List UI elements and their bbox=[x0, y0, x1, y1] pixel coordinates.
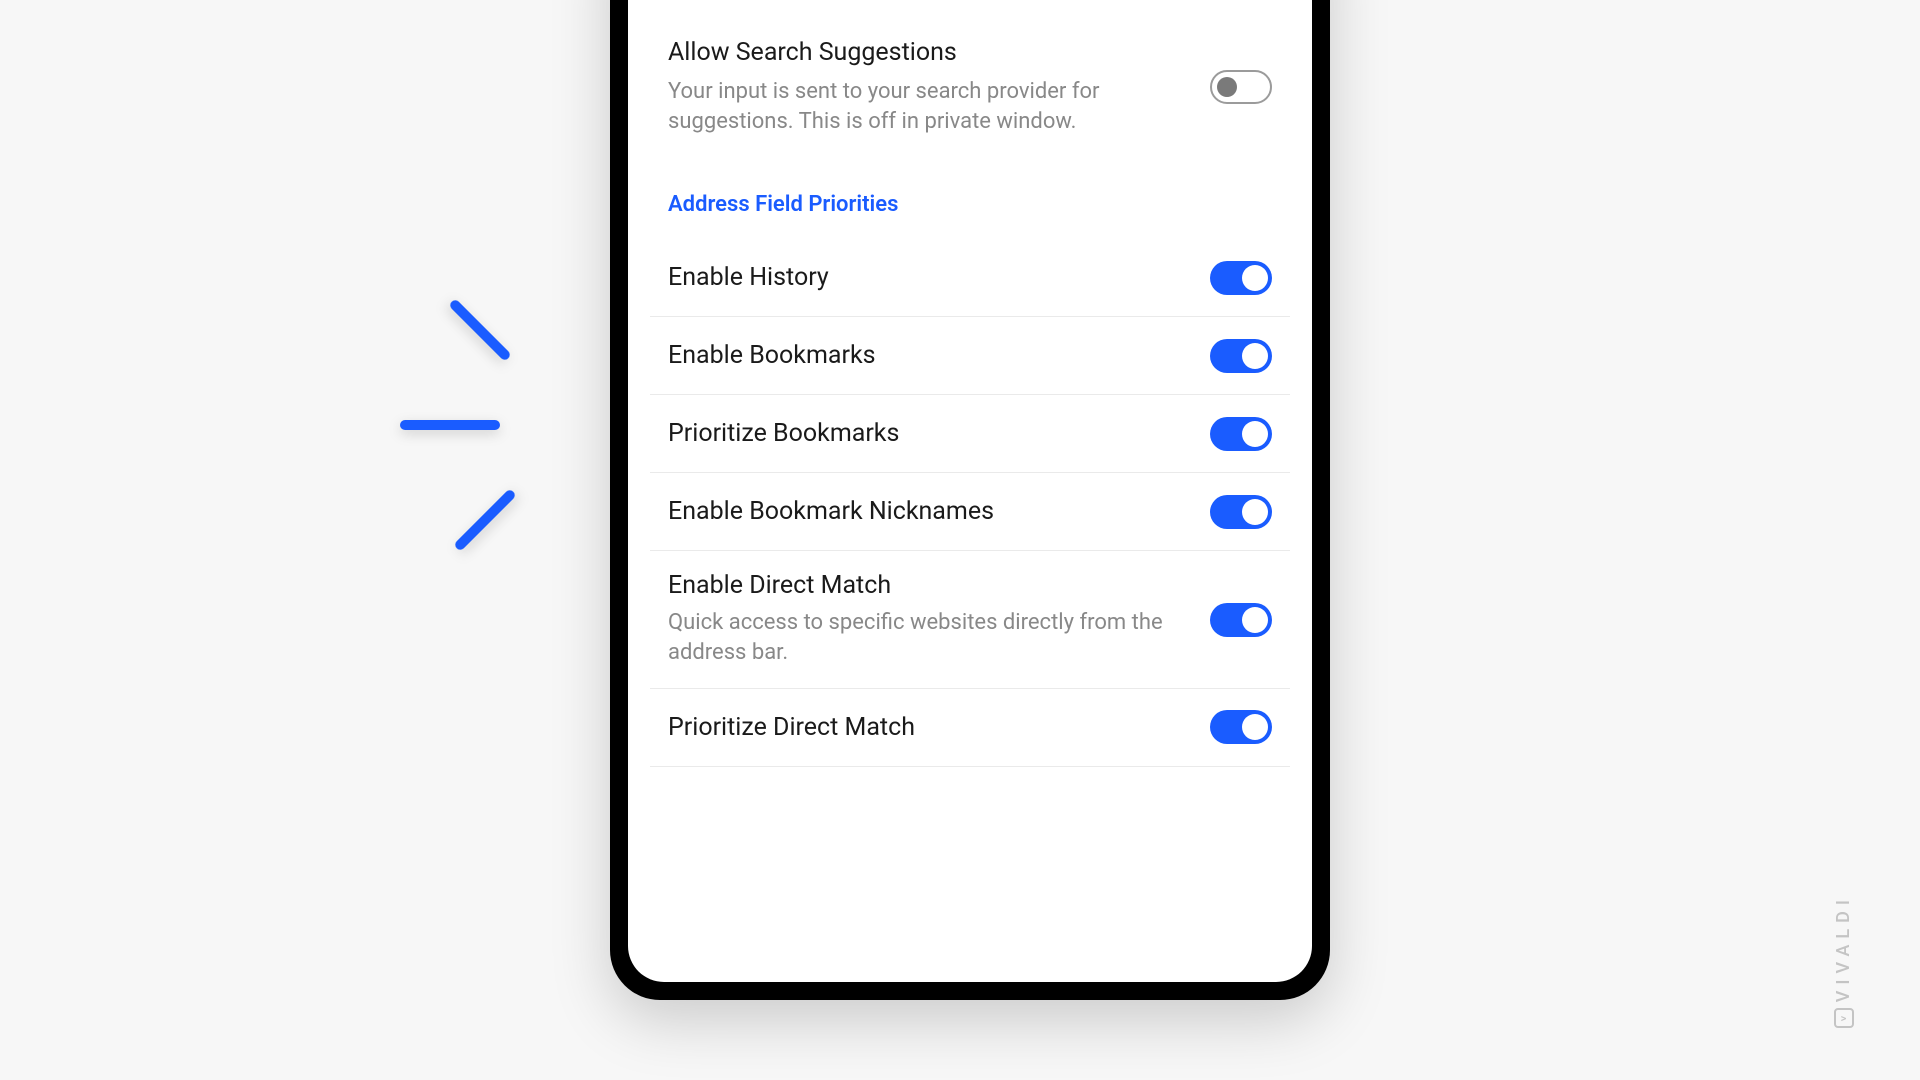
setting-row-enable-history[interactable]: Enable History bbox=[650, 239, 1290, 317]
toggle-enable-bookmarks[interactable] bbox=[1210, 339, 1272, 373]
decorative-line bbox=[400, 420, 500, 430]
decorative-line bbox=[453, 488, 517, 552]
phone-mockup: Allow Search Suggestions Your input is s… bbox=[610, 0, 1330, 1000]
setting-row-enable-bookmarks[interactable]: Enable Bookmarks bbox=[650, 317, 1290, 395]
setting-title: Enable Bookmarks bbox=[668, 341, 1190, 370]
setting-row-prioritize-direct-match[interactable]: Prioritize Direct Match bbox=[650, 689, 1290, 767]
toggle-knob bbox=[1217, 77, 1237, 97]
setting-title: Enable Bookmark Nicknames bbox=[668, 497, 1190, 526]
toggle-search-suggestions[interactable] bbox=[1210, 70, 1272, 104]
settings-list: Enable History Enable Bookmarks Prioriti… bbox=[650, 239, 1290, 766]
setting-title: Enable Direct Match bbox=[668, 571, 1190, 600]
toggle-enable-bookmark-nicknames[interactable] bbox=[1210, 495, 1272, 529]
setting-row-prioritize-bookmarks[interactable]: Prioritize Bookmarks bbox=[650, 395, 1290, 473]
setting-title: Prioritize Direct Match bbox=[668, 713, 1190, 742]
toggle-knob bbox=[1242, 499, 1268, 525]
setting-row-enable-direct-match[interactable]: Enable Direct Match Quick access to spec… bbox=[650, 551, 1290, 688]
setting-row-search-suggestions[interactable]: Allow Search Suggestions Your input is s… bbox=[628, 18, 1312, 164]
toggle-knob bbox=[1242, 265, 1268, 291]
toggle-prioritize-direct-match[interactable] bbox=[1210, 710, 1272, 744]
vivaldi-watermark-text: VIVALDI bbox=[1833, 894, 1854, 1002]
setting-description: Quick access to specific websites direct… bbox=[668, 608, 1190, 667]
phone-screen: Allow Search Suggestions Your input is s… bbox=[628, 0, 1312, 982]
toggle-enable-history[interactable] bbox=[1210, 261, 1272, 295]
toggle-prioritize-bookmarks[interactable] bbox=[1210, 417, 1272, 451]
vivaldi-watermark: > VIVALDI bbox=[1833, 894, 1854, 1028]
toggle-knob bbox=[1242, 714, 1268, 740]
toggle-knob bbox=[1242, 343, 1268, 369]
toggle-enable-direct-match[interactable] bbox=[1210, 603, 1272, 637]
setting-description: Your input is sent to your search provid… bbox=[668, 77, 1190, 136]
settings-content: Allow Search Suggestions Your input is s… bbox=[628, 0, 1312, 767]
setting-title: Prioritize Bookmarks bbox=[668, 419, 1190, 448]
toggle-knob bbox=[1242, 421, 1268, 447]
decorative-line bbox=[448, 298, 512, 362]
section-header-address-priorities: Address Field Priorities bbox=[628, 164, 1312, 239]
vivaldi-logo-icon: > bbox=[1834, 1008, 1854, 1028]
setting-row-enable-bookmark-nicknames[interactable]: Enable Bookmark Nicknames bbox=[650, 473, 1290, 551]
toggle-knob bbox=[1242, 607, 1268, 633]
setting-title: Enable History bbox=[668, 263, 1190, 292]
setting-title: Allow Search Suggestions bbox=[668, 38, 1190, 67]
